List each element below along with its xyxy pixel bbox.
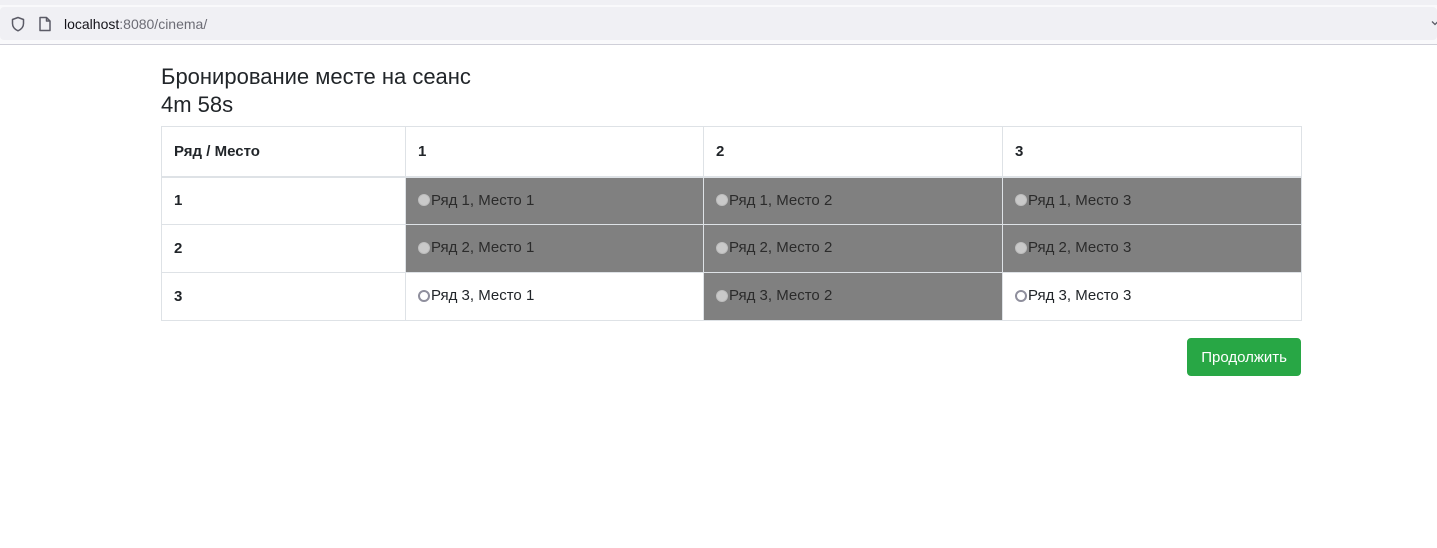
chevron-down-icon[interactable] [1431,19,1437,27]
url-host: localhost [64,16,120,32]
table-row: 1 Ряд 1, Место 1 Ряд 1, Место 2 Ряд 1, Мест… [161,176,1302,225]
booking-container: Бронирование месте на сеанс 4m 58s Ряд /… [161,62,1302,376]
seat-option[interactable]: Ряд 3, Место 3 [1015,287,1131,304]
column-header: 3 [1002,126,1302,178]
page-icon [39,16,51,32]
seat-option: Ряд 2, Место 2 [716,239,832,256]
seat-cell-free[interactable]: Ряд 3, Место 3 [1002,272,1302,321]
seat-cell-taken: Ряд 3, Место 2 [703,272,1003,321]
seat-label-text: Ряд 3, Место 3 [1028,287,1132,305]
column-header: 2 [703,126,1003,178]
seat-option: Ряд 1, Место 3 [1015,192,1131,209]
browser-toolbar: localhost:8080/cinema/ [0,0,1437,45]
seat-option: Ряд 1, Место 2 [716,192,832,209]
seat-label-text: Ряд 2, Место 3 [1028,239,1132,257]
shield-icon[interactable] [10,16,26,32]
seat-option[interactable]: Ряд 3, Место 1 [418,287,534,304]
seat-option: Ряд 2, Место 1 [418,239,534,256]
seat-label-text: Ряд 1, Место 1 [431,191,535,209]
continue-button[interactable]: Продолжить [1187,338,1301,376]
actions-bar: Продолжить [161,338,1301,376]
seat-cell-taken: Ряд 1, Место 3 [1002,176,1302,225]
seat-label-text: Ряд 3, Место 2 [729,287,833,305]
seat-label-text: Ряд 2, Место 2 [729,239,833,257]
seat-label-text: Ряд 1, Место 2 [729,191,833,209]
seat-radio-disabled [716,289,728,302]
seat-cell-taken: Ряд 2, Место 2 [703,224,1003,273]
seat-radio[interactable] [1015,289,1027,302]
table-row: 2 Ряд 2, Место 1 Ряд 2, Место 2 Ряд 2, Мест… [161,224,1302,273]
seat-label-text: Ряд 1, Место 3 [1028,191,1132,209]
seat-radio-disabled [418,194,430,206]
seat-cell-taken: Ряд 1, Место 2 [703,176,1003,225]
seat-radio-disabled [716,194,728,206]
seat-option: Ряд 2, Место 3 [1015,239,1131,256]
seat-option: Ряд 1, Место 1 [418,192,534,209]
seat-table: Ряд / Место 1 2 3 1 Ряд 1, Место 1 Ряд 1, … [161,126,1302,321]
table-row: 3 Ряд 3, Место 1 Ряд 3, Место 2 Ряд 3, Мест… [161,272,1302,321]
seat-table-body: 1 Ряд 1, Место 1 Ряд 1, Место 2 Ряд 1, Мест… [161,176,1302,321]
seat-radio-disabled [716,241,728,254]
corner-header: Ряд / Место [161,126,406,178]
url-path: :8080/cinema/ [119,16,208,32]
seat-radio-disabled [1015,194,1027,206]
row-header: 1 [161,176,406,225]
seat-radio[interactable] [418,289,430,302]
page-title: Бронирование месте на сеанс [161,64,471,89]
seat-cell-taken: Ряд 1, Место 1 [405,176,704,225]
seat-option: Ряд 3, Место 2 [716,287,832,304]
seat-label-text: Ряд 3, Место 1 [431,287,535,305]
table-header-row: Ряд / Место 1 2 3 [161,126,1302,178]
tab-strip [0,0,1437,5]
seat-cell-free[interactable]: Ряд 3, Место 1 [405,272,704,321]
countdown-timer: 4m 58s [161,92,234,117]
row-header: 2 [161,224,406,273]
seat-cell-taken: Ряд 2, Место 3 [1002,224,1302,273]
address-bar[interactable]: localhost:8080/cinema/ [0,7,1437,40]
seat-radio-disabled [418,241,430,254]
seat-label-text: Ряд 2, Место 1 [431,239,535,257]
seat-radio-disabled [1015,241,1027,254]
url-text[interactable]: localhost:8080/cinema/ [64,16,207,32]
column-header: 1 [405,126,704,178]
row-header: 3 [161,272,406,321]
seat-cell-taken: Ряд 2, Место 1 [405,224,704,273]
